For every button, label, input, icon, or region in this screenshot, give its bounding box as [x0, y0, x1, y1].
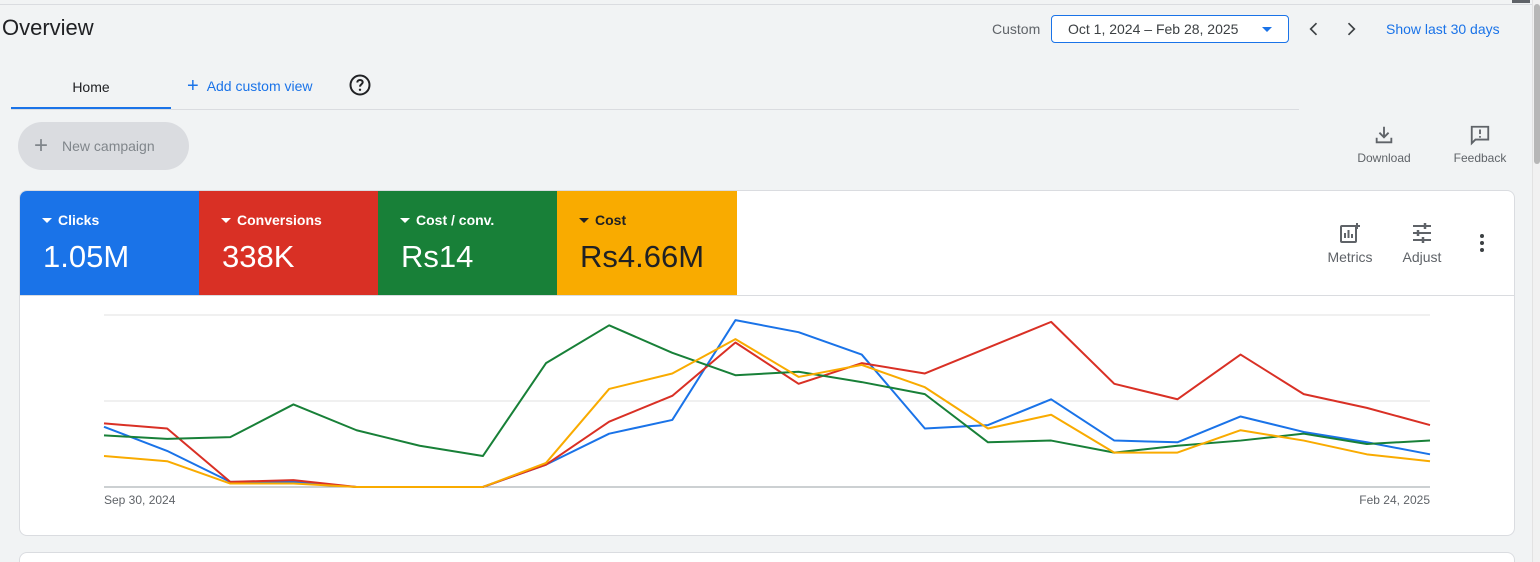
metric-cost-per-conversion-header: Cost / conv.	[400, 212, 494, 228]
metric-cost-per-conversion-label: Cost / conv.	[416, 212, 495, 228]
series-line-1	[103, 320, 1431, 488]
metric-clicks-value: 1.05M	[43, 239, 130, 274]
page-title: Overview	[2, 15, 94, 40]
page-scrollbar[interactable]	[1532, 0, 1540, 562]
metric-conversions[interactable]: Conversions 338K	[199, 191, 378, 295]
adjust-button[interactable]: Adjust	[1392, 221, 1452, 265]
metric-clicks-label: Clicks	[58, 212, 100, 228]
view-tabs: Home + Add custom view	[11, 66, 1299, 110]
tab-home[interactable]: Home	[11, 66, 171, 109]
dropdown-caret-icon	[42, 217, 52, 223]
metrics-chart-icon	[1340, 223, 1360, 243]
feedback-label: Feedback	[1453, 151, 1507, 165]
new-campaign-button[interactable]: + New campaign	[18, 122, 189, 170]
add-custom-view-button[interactable]: + Add custom view	[187, 66, 313, 106]
dropdown-caret-icon	[1262, 27, 1272, 32]
metric-conversions-value: 338K	[222, 239, 295, 274]
metric-cost[interactable]: Cost Rs4.66M	[557, 191, 737, 295]
top-border	[0, 4, 1532, 5]
chevron-left-icon	[1309, 22, 1318, 36]
feedback-icon	[1470, 125, 1490, 146]
feedback-button[interactable]: Feedback	[1448, 124, 1512, 165]
metric-clicks[interactable]: Clicks 1.05M	[20, 191, 199, 295]
help-icon[interactable]	[348, 73, 372, 97]
x-axis-end-label: Feb 24, 2025	[1359, 493, 1430, 507]
window-corner-icon	[1512, 0, 1530, 3]
date-range-type-label: Custom	[992, 21, 1041, 37]
series-group	[103, 319, 1431, 488]
show-last-30-days-link[interactable]: Show last 30 days	[1386, 21, 1500, 37]
plus-icon: +	[187, 75, 199, 97]
performance-line-chart: Sep 30, 2024 Feb 24, 2025	[103, 314, 1431, 507]
metrics-button[interactable]: Metrics	[1320, 221, 1380, 265]
download-label: Download	[1357, 151, 1411, 165]
new-campaign-label: New campaign	[62, 138, 155, 154]
dropdown-caret-icon	[221, 217, 231, 223]
adjust-label: Adjust	[1402, 249, 1442, 265]
series-line-2	[103, 324, 1431, 458]
more-vert-icon[interactable]	[1472, 231, 1492, 255]
metric-cost-per-conversion-value: Rs14	[401, 239, 474, 274]
add-custom-view-label: Add custom view	[206, 78, 313, 94]
download-icon	[1375, 126, 1393, 144]
metric-cost-label: Cost	[595, 212, 627, 228]
metric-conversions-header: Conversions	[221, 212, 322, 228]
chevron-right-icon	[1347, 22, 1356, 36]
date-range-select[interactable]: Oct 1, 2024 – Feb 28, 2025	[1051, 15, 1289, 43]
date-range-value: Oct 1, 2024 – Feb 28, 2025	[1068, 21, 1239, 37]
metric-cost-per-conversion[interactable]: Cost / conv. Rs14	[378, 191, 557, 295]
metric-cost-header: Cost	[579, 212, 626, 228]
metrics-label: Metrics	[1327, 249, 1373, 265]
dropdown-caret-icon	[400, 217, 410, 223]
performance-card: Clicks 1.05M Conversions 338K Cost / con…	[19, 190, 1515, 536]
scrollbar-thumb[interactable]	[1534, 4, 1540, 164]
metric-conversions-label: Conversions	[237, 212, 322, 228]
plus-icon: +	[34, 132, 49, 159]
download-button[interactable]: Download	[1352, 124, 1416, 165]
metric-cost-value: Rs4.66M	[580, 239, 705, 274]
series-line-0	[103, 319, 1431, 488]
next-period-button[interactable]	[1339, 17, 1363, 41]
previous-period-button[interactable]	[1302, 17, 1326, 41]
metric-clicks-header: Clicks	[42, 212, 99, 228]
tune-icon	[1413, 223, 1431, 243]
x-axis-start-label: Sep 30, 2024	[104, 493, 176, 507]
dropdown-caret-icon	[579, 217, 589, 223]
lower-card	[19, 552, 1515, 562]
